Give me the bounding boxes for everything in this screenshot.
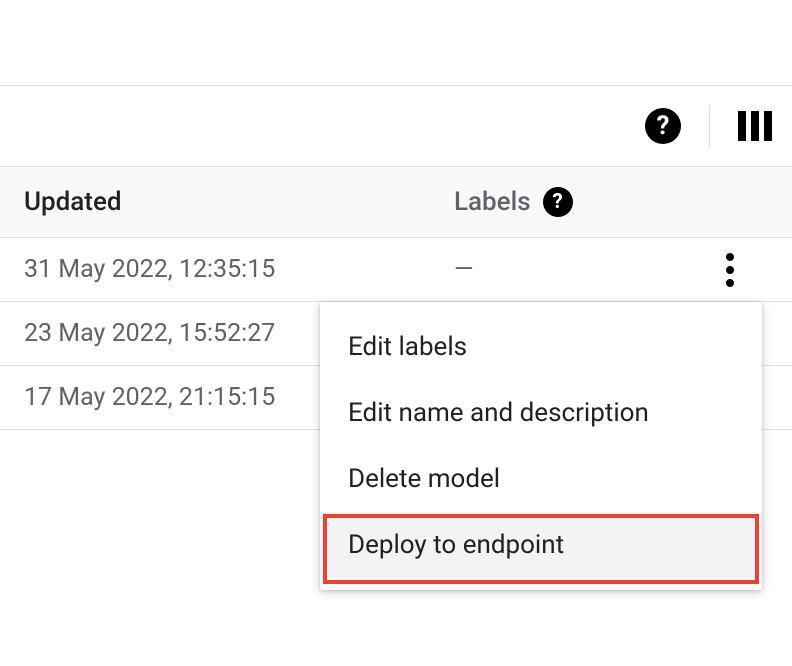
menu-item-edit-name-description[interactable]: Edit name and description: [320, 380, 762, 446]
table-row[interactable]: 31 May 2022, 12:35:15 —: [0, 238, 792, 302]
menu-item-edit-labels[interactable]: Edit labels: [320, 314, 762, 380]
more-actions-icon[interactable]: [718, 245, 742, 295]
menu-item-delete-model[interactable]: Delete model: [320, 446, 762, 512]
toolbar: ?: [0, 86, 792, 166]
labels-help-icon[interactable]: ?: [543, 187, 573, 217]
column-header-updated[interactable]: Updated: [24, 187, 454, 217]
labels-header-text: Labels: [454, 187, 531, 217]
column-header-labels[interactable]: Labels ?: [454, 187, 573, 217]
columns-icon[interactable]: [738, 111, 772, 141]
row-updated-value: 31 May 2022, 12:35:15: [24, 255, 454, 284]
top-spacer: [0, 0, 792, 86]
menu-item-deploy-to-endpoint[interactable]: Deploy to endpoint: [320, 512, 762, 578]
context-menu: Edit labels Edit name and description De…: [320, 302, 762, 590]
table-header: Updated Labels ?: [0, 166, 792, 238]
toolbar-divider: [709, 105, 710, 147]
help-icon[interactable]: ?: [645, 108, 681, 144]
